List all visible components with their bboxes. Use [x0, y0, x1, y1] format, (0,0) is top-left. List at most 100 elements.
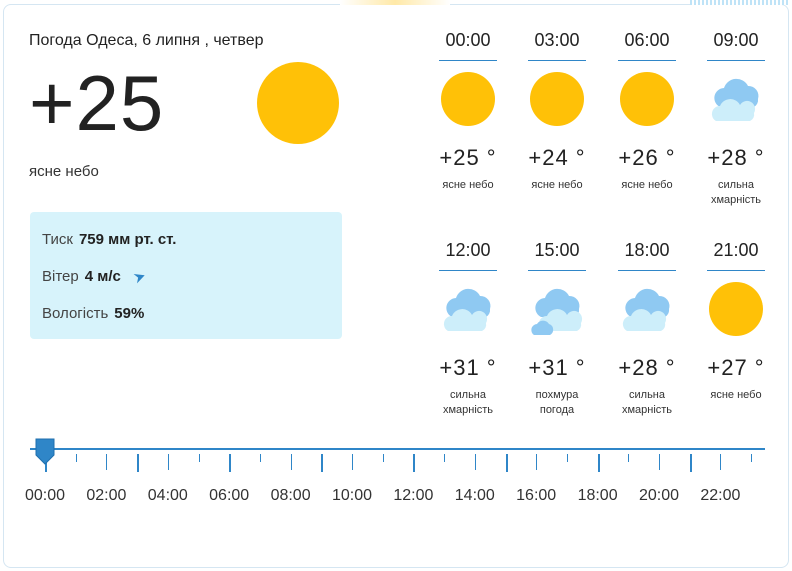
wind-value: 4 м/с: [84, 268, 121, 285]
hour-card[interactable]: 12:00 +31 ° сильна хмарність: [433, 240, 503, 418]
time-slider-tick: [106, 454, 108, 470]
time-slider-tick: [198, 454, 200, 462]
hour-time: 18:00: [624, 240, 670, 260]
hour-temperature: +31 °: [439, 355, 497, 380]
time-slider-label[interactable]: 14:00: [445, 487, 505, 505]
humidity-value: 59%: [114, 305, 145, 322]
clouds-icon: [622, 288, 670, 331]
hour-divider: [618, 270, 676, 271]
hour-time: 09:00: [713, 30, 759, 50]
pressure-row: Тиск 759 мм рт. ст.: [42, 231, 176, 248]
hour-temperature: +24 °: [528, 145, 586, 170]
hour-card[interactable]: 03:00 +24 ° ясне небо: [522, 30, 592, 193]
time-slider-label[interactable]: 10:00: [322, 487, 382, 505]
time-slider-tick: [290, 454, 292, 470]
time-slider-label[interactable]: 04:00: [138, 487, 198, 505]
hour-time: 12:00: [445, 240, 491, 260]
time-slider-label[interactable]: 06:00: [199, 487, 259, 505]
time-slider-tick: [720, 454, 722, 470]
hour-condition: похмура погода: [535, 389, 579, 416]
current-condition: ясне небо: [29, 163, 99, 180]
sun-icon: [441, 72, 495, 126]
hour-time: 21:00: [713, 240, 759, 260]
hour-time: 06:00: [624, 30, 670, 50]
hour-divider: [439, 60, 497, 61]
time-slider-tick: [536, 454, 538, 470]
time-slider-tick: [689, 454, 692, 472]
time-slider-label[interactable]: 20:00: [629, 487, 689, 505]
time-slider-tick: [628, 454, 630, 462]
time-slider-tick: [167, 454, 169, 470]
hour-condition: ясне небо: [621, 179, 673, 191]
time-slider-tick: [444, 454, 446, 462]
time-slider-label[interactable]: 02:00: [76, 487, 136, 505]
pressure-value: 759 мм рт. ст.: [78, 231, 177, 248]
hour-temperature: +31 °: [528, 355, 586, 380]
hour-card[interactable]: 18:00 +28 ° сильна хмарність: [612, 240, 682, 418]
time-slider-thumb[interactable]: [34, 437, 56, 465]
sun-icon: [257, 62, 339, 144]
hour-time: 03:00: [534, 30, 580, 50]
hour-temperature: +25 °: [439, 145, 497, 170]
time-slider-label[interactable]: 08:00: [261, 487, 321, 505]
time-slider-tick: [352, 454, 353, 470]
hour-card[interactable]: 09:00 +28 ° сильна хмарність: [701, 30, 771, 208]
time-slider-tick: [259, 454, 261, 462]
time-slider-label[interactable]: 18:00: [568, 487, 628, 505]
hour-condition: ясне небо: [531, 179, 583, 191]
hour-temperature: +27 °: [707, 355, 765, 380]
time-slider-tick: [505, 454, 508, 472]
time-slider-tick: [597, 454, 600, 472]
hour-temperature: +28 °: [707, 145, 765, 170]
hour-divider: [707, 60, 765, 61]
hour-temperature: +26 °: [618, 145, 676, 170]
hour-condition: ясне небо: [710, 389, 762, 401]
overcast-icon: [531, 288, 583, 335]
clouds-icon: [443, 288, 491, 331]
humidity-row: Вологість 59%: [42, 305, 144, 322]
time-slider-tick: [137, 454, 140, 472]
time-slider-label[interactable]: 16:00: [506, 487, 566, 505]
hour-card[interactable]: 06:00 +26 ° ясне небо: [612, 30, 682, 193]
wind-direction-icon: [133, 274, 145, 284]
hour-card[interactable]: 00:00 +25 ° ясне небо: [433, 30, 503, 193]
current-temperature: +25: [29, 59, 165, 147]
hour-divider: [618, 60, 676, 61]
hour-divider: [707, 270, 765, 271]
time-slider-tick: [321, 454, 324, 472]
time-slider-tick: [75, 454, 77, 462]
hour-card[interactable]: 15:00 +31 ° похмура погода: [522, 240, 592, 418]
hour-divider: [439, 270, 497, 271]
top-decoration-right: [690, 0, 790, 5]
wind-row: Вітер 4 м/с: [42, 268, 147, 285]
pressure-label: Тиск: [42, 231, 73, 248]
sun-icon: [620, 72, 674, 126]
time-slider-label[interactable]: 22:00: [690, 487, 750, 505]
time-slider-tick: [229, 454, 232, 472]
time-slider-tick: [659, 454, 660, 470]
hour-time: 00:00: [445, 30, 491, 50]
time-slider-tick: [751, 454, 753, 462]
top-decoration: [340, 0, 450, 5]
details-panel: Тиск 759 мм рт. ст. Вітер 4 м/с Вологість 5…: [30, 212, 342, 339]
hour-condition: сильна хмарність: [442, 389, 494, 416]
hour-condition: ясне небо: [442, 179, 494, 191]
sun-icon: [709, 282, 763, 336]
hour-divider: [528, 270, 586, 271]
time-slider-tick: [382, 454, 384, 462]
hour-condition: сильна хмарність: [621, 389, 673, 416]
hour-condition: сильна хмарність: [710, 179, 762, 206]
time-slider-label[interactable]: 00:00: [15, 487, 75, 505]
time-slider-label[interactable]: 12:00: [383, 487, 443, 505]
humidity-label: Вологість: [42, 305, 109, 322]
time-slider-tick: [566, 454, 568, 462]
time-slider-track[interactable]: [30, 448, 765, 450]
clouds-icon: [711, 78, 759, 121]
hour-temperature: +28 °: [618, 355, 676, 380]
hour-time: 15:00: [534, 240, 580, 260]
time-slider-tick: [413, 454, 416, 472]
hour-card[interactable]: 21:00 +27 ° ясне небо: [701, 240, 771, 403]
hour-divider: [528, 60, 586, 61]
sun-icon: [530, 72, 584, 126]
time-slider-tick: [474, 454, 476, 470]
